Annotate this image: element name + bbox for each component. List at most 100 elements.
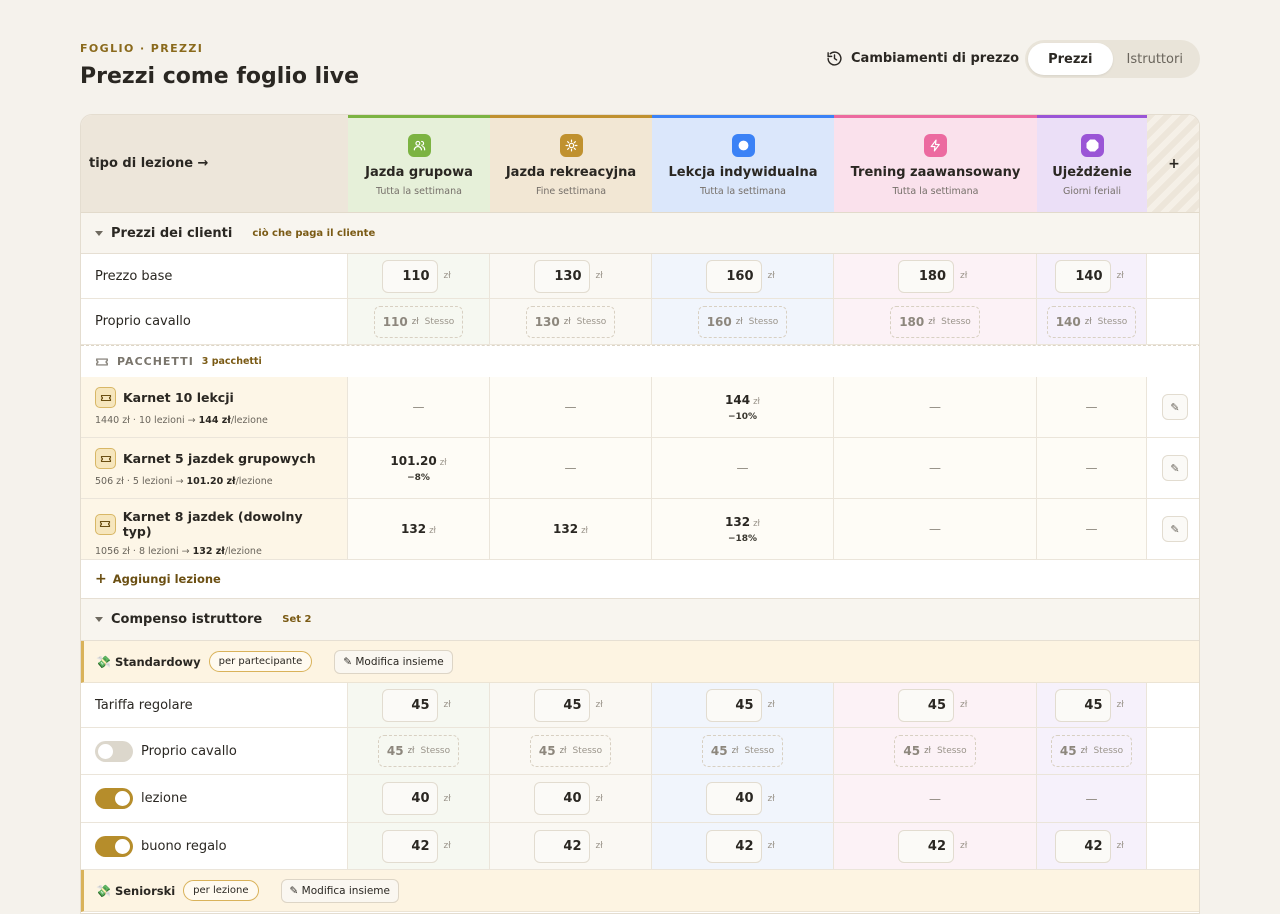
price-input[interactable]: 110 bbox=[381, 259, 438, 293]
section-title: Compenso istruttore bbox=[111, 612, 263, 627]
price-cell: 130 zł Stesso bbox=[490, 299, 652, 344]
inherited-price[interactable]: 140 zł Stesso bbox=[1046, 305, 1137, 338]
edit-together-button[interactable]: ✎ Modifica insieme bbox=[280, 878, 399, 903]
price-input[interactable]: 42 bbox=[533, 829, 590, 863]
inherited-price[interactable]: 160 zł Stesso bbox=[697, 305, 788, 338]
corner-label: tipo di lezione → bbox=[89, 156, 209, 171]
inherited-value: 45 bbox=[710, 744, 728, 758]
column-header[interactable]: Jazda rekreacyjna Fine settimana bbox=[490, 115, 652, 213]
empty-value: — bbox=[929, 400, 941, 414]
currency-label: zł bbox=[960, 700, 968, 710]
rate-mode-pill[interactable]: per partecipante bbox=[208, 651, 313, 672]
column-header[interactable]: Trening zaawansowany Tutta la settimana bbox=[834, 115, 1037, 213]
package-discount: −10% bbox=[727, 411, 758, 422]
group-title: Standardowy bbox=[114, 654, 201, 669]
package-desc: 506 zł · 5 lezioni → 101.20 zł/lezione bbox=[95, 476, 333, 487]
price-cell: 42 zł bbox=[1037, 823, 1147, 869]
price-cell: 160 zł bbox=[652, 254, 834, 298]
price-input[interactable]: 140 bbox=[1054, 259, 1111, 293]
price-input[interactable]: 42 bbox=[898, 829, 954, 863]
tab-instructors[interactable]: Istruttori bbox=[1113, 43, 1198, 75]
currency-label: zł bbox=[1116, 271, 1124, 281]
row-toggle[interactable] bbox=[95, 788, 133, 809]
price-cell: 132 zł bbox=[348, 499, 490, 559]
price-input[interactable]: 40 bbox=[705, 782, 762, 815]
tab-prices[interactable]: Prezzi bbox=[1028, 43, 1113, 75]
package-per-suffix: /lezione bbox=[230, 415, 268, 426]
price-input[interactable]: 42 bbox=[705, 829, 762, 863]
price-input[interactable]: 40 bbox=[381, 782, 438, 815]
empty-value: — bbox=[412, 400, 425, 414]
edit-package-button[interactable]: ✎ bbox=[1162, 455, 1188, 481]
price-input[interactable]: 45 bbox=[533, 688, 590, 722]
price-input[interactable]: 160 bbox=[705, 259, 762, 293]
column-header[interactable]: Jazda grupowa Tutta la settimana bbox=[348, 115, 490, 213]
row-toggle[interactable] bbox=[95, 740, 133, 762]
inherited-value: 140 bbox=[1055, 314, 1081, 329]
inherited-price[interactable]: 45 zł Stesso bbox=[377, 735, 460, 767]
empty-value: — bbox=[1085, 400, 1098, 414]
row-label-text: Proprio cavallo bbox=[141, 743, 237, 759]
row-label: lezione bbox=[81, 775, 348, 822]
price-cell: — bbox=[1037, 377, 1147, 437]
ticket-icon bbox=[95, 513, 116, 535]
empty-value: — bbox=[1085, 791, 1098, 806]
row-label: Proprio cavallo bbox=[81, 299, 348, 344]
same-label: Stesso bbox=[1097, 316, 1128, 327]
package-name: Karnet 8 jazdek (dowolny typ) bbox=[122, 509, 303, 539]
add-lesson-button[interactable]: + Aggiungi lezione bbox=[81, 560, 1199, 599]
inherited-price[interactable]: 110 zł Stesso bbox=[373, 305, 464, 338]
section-title: Prezzi dei clienti bbox=[111, 225, 233, 241]
price-input[interactable]: 180 bbox=[898, 259, 954, 293]
currency-label: zł bbox=[429, 526, 436, 536]
package-price: 132 zł bbox=[401, 522, 436, 536]
inherited-value: 180 bbox=[899, 314, 925, 329]
price-input[interactable]: 45 bbox=[1054, 688, 1111, 722]
inherited-price[interactable]: 180 zł Stesso bbox=[890, 305, 980, 338]
client-prices-section[interactable]: Prezzi dei clienti ciò che paga il clien… bbox=[81, 213, 1199, 254]
currency-label: zł bbox=[735, 316, 743, 327]
package-label: Karnet 10 lekcji 1440 zł · 10 lezioni → 1… bbox=[81, 377, 348, 437]
currency-label: zł bbox=[753, 396, 760, 407]
instructor-section[interactable]: Compenso istruttore Set 2 bbox=[81, 599, 1199, 641]
add-column-button[interactable]: + bbox=[1147, 115, 1199, 213]
same-label: Stesso bbox=[748, 316, 779, 327]
price-history-button[interactable]: Cambiamenti di prezzo bbox=[826, 50, 1019, 67]
price-input[interactable]: 45 bbox=[381, 688, 438, 722]
inherited-price[interactable]: 130 zł Stesso bbox=[525, 305, 616, 338]
price-cell: 110 zł Stesso bbox=[348, 299, 490, 344]
row-label: buono regalo bbox=[81, 823, 348, 869]
rate-mode-pill[interactable]: per lezione bbox=[183, 880, 259, 901]
inherited-price[interactable]: 45 zł Stesso bbox=[701, 735, 784, 767]
column-name: Lekcja indywidualna bbox=[668, 165, 818, 180]
edit-package-button[interactable]: ✎ bbox=[1162, 394, 1188, 420]
price-cell: 45 zł Stesso bbox=[834, 728, 1037, 774]
currency-label: zł bbox=[443, 700, 451, 710]
package-amount: 144 bbox=[725, 392, 751, 407]
price-input[interactable]: 45 bbox=[705, 688, 762, 722]
price-input[interactable]: 42 bbox=[1054, 829, 1111, 863]
inherited-price[interactable]: 45 zł Stesso bbox=[894, 735, 976, 767]
row-toggle[interactable] bbox=[95, 835, 133, 857]
column-header[interactable]: Lekcja indywidualna Tutta la settimana bbox=[652, 115, 834, 213]
currency-label: zł bbox=[559, 746, 567, 756]
octagon-icon bbox=[1080, 134, 1104, 157]
inherited-price[interactable]: 45 zł Stesso bbox=[529, 735, 612, 767]
view-toggle: Prezzi Istruttori bbox=[1025, 40, 1200, 78]
inherited-price[interactable]: 45 zł Stesso bbox=[1050, 735, 1133, 767]
price-input[interactable]: 45 bbox=[898, 688, 954, 722]
price-input[interactable]: 40 bbox=[533, 782, 590, 815]
edit-package-button[interactable]: ✎ bbox=[1162, 516, 1188, 542]
price-cell: 140 zł Stesso bbox=[1037, 299, 1147, 344]
price-input[interactable]: 42 bbox=[381, 829, 438, 863]
empty-value: — bbox=[929, 461, 941, 475]
corner-header: tipo di lezione → bbox=[81, 115, 348, 213]
edit-together-button[interactable]: ✎ Modifica insieme bbox=[334, 649, 453, 674]
column-header[interactable]: Ujeżdżenie Giorni feriali bbox=[1037, 115, 1147, 213]
ticket-icon bbox=[95, 448, 116, 469]
own-horse-row: Proprio cavallo 110 zł Stesso 130 zł Stesso 160… bbox=[81, 299, 1199, 345]
package-price: 144 zł −10% bbox=[725, 393, 760, 422]
price-input[interactable]: 130 bbox=[533, 259, 590, 293]
currency-label: zł bbox=[595, 841, 603, 851]
package-amount: 132 bbox=[553, 522, 579, 536]
